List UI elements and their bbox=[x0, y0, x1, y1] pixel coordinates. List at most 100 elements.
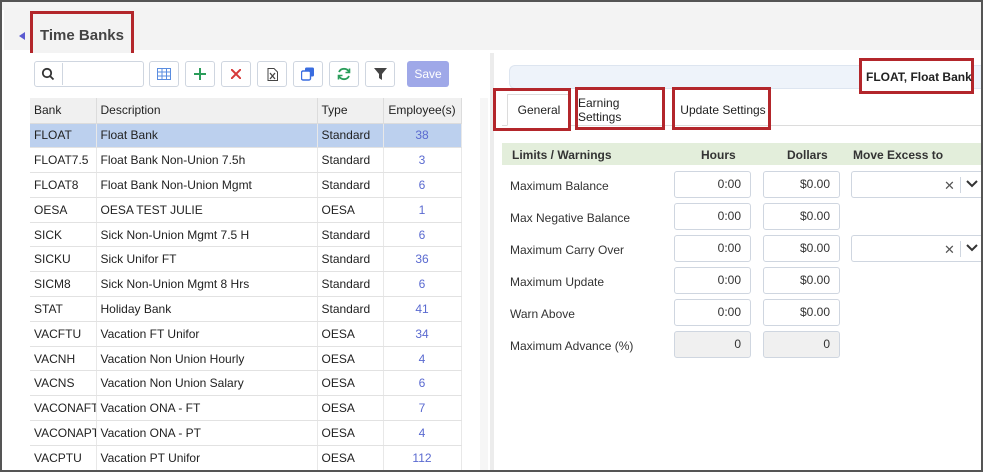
bank-cell: FLOAT bbox=[30, 123, 97, 149]
bank-cell: SICK bbox=[30, 222, 97, 248]
table-row[interactable]: VACFTU Vacation FT Unifor OESA 34 bbox=[30, 321, 462, 347]
clear-icon[interactable]: ✕ bbox=[944, 242, 955, 258]
table-row[interactable]: SICKU Sick Unifor FT Standard 36 bbox=[30, 246, 462, 273]
description-cell: OESA TEST JULIE bbox=[96, 197, 318, 223]
type-cell: OESA bbox=[317, 445, 384, 470]
type-cell: OESA bbox=[317, 420, 384, 446]
column-header-bank[interactable]: Bank bbox=[30, 98, 97, 124]
general-tab-highlight bbox=[493, 88, 571, 131]
delete-button[interactable] bbox=[221, 61, 251, 87]
employee-count-link[interactable]: 4 bbox=[383, 420, 462, 446]
copy-button[interactable] bbox=[293, 61, 323, 87]
employee-count-link[interactable]: 7 bbox=[383, 395, 462, 422]
description-cell: Vacation PT Unifor bbox=[96, 445, 318, 470]
page-title: Time Banks bbox=[40, 27, 124, 44]
limit-label: Maximum Balance bbox=[510, 179, 609, 193]
table-row[interactable]: VACONAPT Vacation ONA - PT OESA 4 bbox=[30, 420, 462, 446]
table-row[interactable]: STAT Holiday Bank Standard 41 bbox=[30, 296, 462, 322]
type-cell: OESA bbox=[317, 321, 384, 347]
grid-icon bbox=[157, 68, 171, 80]
type-cell: Standard bbox=[317, 172, 384, 198]
move-excess-select[interactable]: ✕ bbox=[851, 235, 981, 262]
bank-cell: VACNS bbox=[30, 370, 97, 397]
table-row[interactable]: FLOAT Float Bank Standard 38 bbox=[30, 123, 462, 149]
type-cell: Standard bbox=[317, 296, 384, 322]
limit-label: Maximum Advance (%) bbox=[510, 339, 634, 353]
column-header-type[interactable]: Type bbox=[317, 98, 384, 124]
table-row[interactable]: OESA OESA TEST JULIE OESA 1 bbox=[30, 197, 462, 223]
update-settings-highlight bbox=[672, 87, 771, 130]
move-excess-column-header: Move Excess to bbox=[853, 148, 944, 162]
dollars-column-header: Dollars bbox=[787, 148, 828, 162]
hours-field[interactable]: 0:00 bbox=[674, 203, 751, 230]
record-label: FLOAT, Float Bank bbox=[866, 70, 972, 84]
column-header-employees[interactable]: Employee(s) bbox=[383, 98, 462, 124]
table-row[interactable]: FLOAT8 Float Bank Non-Union Mgmt Standard 6 bbox=[30, 172, 462, 198]
save-button[interactable]: Save bbox=[407, 61, 449, 87]
employee-count-link[interactable]: 1 bbox=[383, 197, 462, 223]
description-cell: Vacation FT Unifor bbox=[96, 321, 318, 347]
employee-count-link[interactable]: 6 bbox=[383, 222, 462, 248]
select-separator bbox=[960, 241, 961, 257]
dollars-field[interactable]: $0.00 bbox=[763, 267, 840, 294]
bank-cell: SICKU bbox=[30, 246, 97, 273]
employee-count-link[interactable]: 34 bbox=[383, 321, 462, 347]
filter-button[interactable] bbox=[365, 61, 395, 87]
search-icon bbox=[41, 67, 55, 81]
column-header-description[interactable]: Description bbox=[96, 98, 318, 124]
dollars-field[interactable]: $0.00 bbox=[763, 235, 840, 262]
employee-count-link[interactable]: 6 bbox=[383, 172, 462, 198]
export-icon bbox=[267, 67, 278, 81]
table-row[interactable]: SICM8 Sick Non-Union Mgmt 8 Hrs Standard 6 bbox=[30, 271, 462, 298]
dollars-field[interactable]: $0.00 bbox=[763, 203, 840, 230]
type-cell: OESA bbox=[317, 395, 384, 422]
table-row[interactable]: SICK Sick Non-Union Mgmt 7.5 H Standard 6 bbox=[30, 222, 462, 248]
employee-count-link[interactable]: 38 bbox=[383, 123, 462, 149]
description-cell: Holiday Bank bbox=[96, 296, 318, 322]
employee-count-link[interactable]: 3 bbox=[383, 147, 462, 174]
hours-field[interactable]: 0:00 bbox=[674, 235, 751, 262]
table-row[interactable]: VACNH Vacation Non Union Hourly OESA 4 bbox=[30, 346, 462, 372]
type-cell: OESA bbox=[317, 197, 384, 223]
bank-cell: VACPTU bbox=[30, 445, 97, 470]
dollars-field[interactable]: $0.00 bbox=[763, 299, 840, 326]
page-header bbox=[4, 8, 981, 50]
description-cell: Float Bank bbox=[96, 123, 318, 149]
hours-field: 0 bbox=[674, 331, 751, 358]
table-row[interactable]: VACNS Vacation Non Union Salary OESA 6 bbox=[30, 370, 462, 397]
filter-icon bbox=[373, 68, 387, 80]
table-row[interactable]: VACONAFT Vacation ONA - FT OESA 7 bbox=[30, 395, 462, 422]
description-cell: Float Bank Non-Union Mgmt bbox=[96, 172, 318, 198]
chevron-down-icon[interactable] bbox=[966, 179, 978, 189]
table-row[interactable]: VACPTU Vacation PT Unifor OESA 112 bbox=[30, 445, 462, 470]
clear-icon[interactable]: ✕ bbox=[944, 178, 955, 194]
dollars-field: 0 bbox=[763, 331, 840, 358]
employee-count-link[interactable]: 6 bbox=[383, 271, 462, 298]
copy-icon bbox=[301, 67, 314, 81]
hours-field[interactable]: 0:00 bbox=[674, 299, 751, 326]
type-cell: Standard bbox=[317, 246, 384, 273]
employee-count-link[interactable]: 112 bbox=[383, 445, 462, 470]
employee-count-link[interactable]: 36 bbox=[383, 246, 462, 273]
export-button[interactable] bbox=[257, 61, 287, 87]
employee-count-link[interactable]: 4 bbox=[383, 346, 462, 372]
hours-field[interactable]: 0:00 bbox=[674, 171, 751, 198]
back-arrow-icon[interactable] bbox=[19, 32, 25, 40]
app-frame: Time Banks Save Bank Description Type Em… bbox=[0, 0, 983, 472]
move-excess-select[interactable]: ✕ bbox=[851, 171, 981, 198]
table-row[interactable]: FLOAT7.5 Float Bank Non-Union 7.5h Standar… bbox=[30, 147, 462, 174]
hours-field[interactable]: 0:00 bbox=[674, 267, 751, 294]
employee-count-link[interactable]: 6 bbox=[383, 370, 462, 397]
limit-label: Max Negative Balance bbox=[510, 211, 631, 225]
search-input[interactable] bbox=[62, 63, 142, 85]
add-button[interactable] bbox=[185, 61, 215, 87]
plus-icon bbox=[194, 68, 206, 80]
grid-view-button[interactable] bbox=[149, 61, 179, 87]
table-scrollbar[interactable] bbox=[480, 98, 488, 470]
employee-count-link[interactable]: 41 bbox=[383, 296, 462, 322]
hours-column-header: Hours bbox=[701, 148, 736, 162]
refresh-button[interactable] bbox=[329, 61, 359, 87]
limit-label: Maximum Carry Over bbox=[510, 243, 625, 257]
dollars-field[interactable]: $0.00 bbox=[763, 171, 840, 198]
chevron-down-icon[interactable] bbox=[966, 243, 978, 253]
